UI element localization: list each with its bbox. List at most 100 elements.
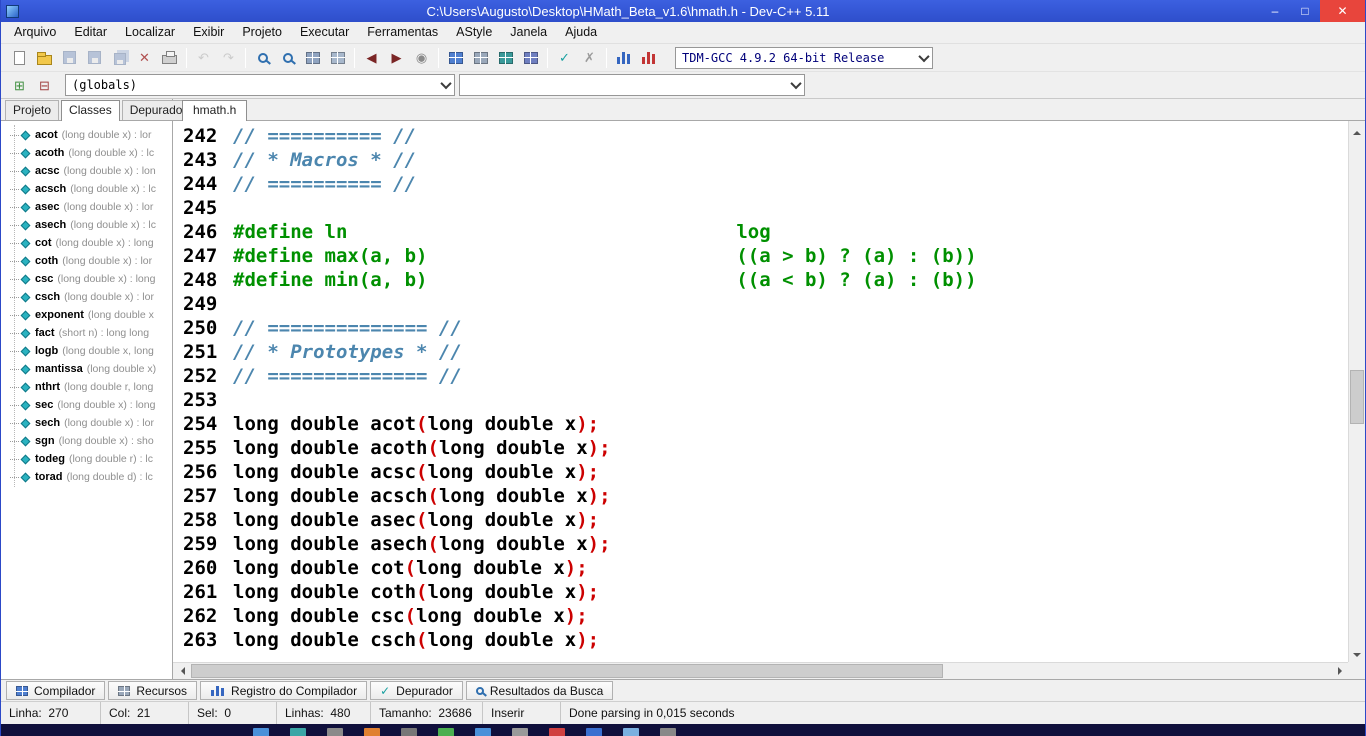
line-number[interactable]: 263 bbox=[173, 628, 225, 652]
taskbar-item-10[interactable] bbox=[623, 728, 639, 736]
scroll-down-icon[interactable] bbox=[1349, 645, 1365, 662]
menu-item-localizar[interactable]: Localizar bbox=[116, 22, 184, 43]
compile-button[interactable] bbox=[443, 46, 468, 70]
tree-item-cot[interactable]: cot (long double x) : long bbox=[1, 234, 172, 252]
maximize-button[interactable]: □ bbox=[1290, 0, 1320, 22]
line-number[interactable]: 253 bbox=[173, 388, 225, 412]
compile-run-button[interactable] bbox=[493, 46, 518, 70]
tree-item-acoth[interactable]: acoth (long double x) : lc bbox=[1, 144, 172, 162]
close-file-button[interactable]: ✕ bbox=[132, 46, 157, 70]
back-button[interactable]: ◀ bbox=[359, 46, 384, 70]
line-number[interactable]: 259 bbox=[173, 532, 225, 556]
line-number[interactable]: 261 bbox=[173, 580, 225, 604]
taskbar-item-3[interactable] bbox=[364, 728, 380, 736]
menu-item-arquivo[interactable]: Arquivo bbox=[5, 22, 65, 43]
horizontal-scroll-thumb[interactable] bbox=[191, 664, 943, 678]
undo-button[interactable]: ↶ bbox=[191, 46, 216, 70]
open-file-button[interactable] bbox=[32, 46, 57, 70]
tree-item-coth[interactable]: coth (long double x) : lor bbox=[1, 252, 172, 270]
line-number[interactable]: 262 bbox=[173, 604, 225, 628]
menu-item-executar[interactable]: Executar bbox=[291, 22, 358, 43]
code-line-258[interactable]: 258 long double asec(long double x); bbox=[173, 508, 1348, 532]
menu-item-janela[interactable]: Janela bbox=[501, 22, 556, 43]
taskbar-item-8[interactable] bbox=[549, 728, 565, 736]
line-number[interactable]: 251 bbox=[173, 340, 225, 364]
scroll-up-icon[interactable] bbox=[1349, 121, 1365, 138]
line-number[interactable]: 249 bbox=[173, 292, 225, 316]
taskbar-item-0[interactable] bbox=[253, 728, 269, 736]
tree-item-acsc[interactable]: acsc (long double x) : lon bbox=[1, 162, 172, 180]
tree-item-sech[interactable]: sech (long double x) : lor bbox=[1, 414, 172, 432]
tree-item-nthrt[interactable]: nthrt (long double r, long bbox=[1, 378, 172, 396]
line-number[interactable]: 250 bbox=[173, 316, 225, 340]
tree-item-acsch[interactable]: acsch (long double x) : lc bbox=[1, 180, 172, 198]
editor-horizontal-scrollbar[interactable] bbox=[173, 662, 1348, 679]
line-number[interactable]: 246 bbox=[173, 220, 225, 244]
menu-item-projeto[interactable]: Projeto bbox=[233, 22, 291, 43]
find-button[interactable] bbox=[250, 46, 275, 70]
menu-item-astyle[interactable]: AStyle bbox=[447, 22, 501, 43]
code-line-248[interactable]: 248 #define min(a, b) ((a < b) ? (a) : (b… bbox=[173, 268, 1348, 292]
menu-item-ferramentas[interactable]: Ferramentas bbox=[358, 22, 447, 43]
code-line-245[interactable]: 245 bbox=[173, 196, 1348, 220]
code-area[interactable]: 242// ========== //243// * Macros * //24… bbox=[173, 124, 1348, 662]
tab-hmath-h[interactable]: hmath.h bbox=[182, 100, 248, 121]
insert-button[interactable] bbox=[325, 46, 350, 70]
code-line-255[interactable]: 255 long double acoth(long double x); bbox=[173, 436, 1348, 460]
code-line-244[interactable]: 244 // ========== // bbox=[173, 172, 1348, 196]
tree-item-fact[interactable]: fact (short n) : long long bbox=[1, 324, 172, 342]
code-line-249[interactable]: 249 bbox=[173, 292, 1348, 316]
taskbar-item-11[interactable] bbox=[660, 728, 676, 736]
tree-item-asec[interactable]: asec (long double x) : lor bbox=[1, 198, 172, 216]
taskbar-item-6[interactable] bbox=[475, 728, 491, 736]
editor[interactable]: 242// ========== //243// * Macros * //24… bbox=[173, 121, 1365, 679]
save-button[interactable] bbox=[57, 46, 82, 70]
code-line-242[interactable]: 242 // ========== // bbox=[173, 124, 1348, 148]
tree-item-todeg[interactable]: todeg (long double r) : lc bbox=[1, 450, 172, 468]
code-line-251[interactable]: 251 // * Prototypes * // bbox=[173, 340, 1348, 364]
save-all-button[interactable] bbox=[107, 46, 132, 70]
members-combobox[interactable] bbox=[459, 74, 805, 96]
add-to-project-button[interactable]: ⊞ bbox=[7, 73, 32, 97]
chevron-down-icon[interactable] bbox=[437, 75, 454, 95]
stop-execution-button[interactable]: ✗ bbox=[577, 46, 602, 70]
code-line-246[interactable]: 246 #define ln log bbox=[173, 220, 1348, 244]
run-button[interactable] bbox=[468, 46, 493, 70]
tab-depurador[interactable]: ✓ Depurador bbox=[370, 681, 463, 700]
compiler-combobox[interactable]: TDM-GCC 4.9.2 64-bit Release bbox=[675, 46, 933, 69]
remove-from-project-button[interactable]: ⊟ bbox=[32, 73, 57, 97]
chevron-down-icon[interactable] bbox=[915, 48, 932, 68]
taskbar-item-5[interactable] bbox=[438, 728, 454, 736]
taskbar-item-4[interactable] bbox=[401, 728, 417, 736]
tree-item-sgn[interactable]: sgn (long double x) : sho bbox=[1, 432, 172, 450]
tree-item-sec[interactable]: sec (long double x) : long bbox=[1, 396, 172, 414]
line-number[interactable]: 245 bbox=[173, 196, 225, 220]
menu-item-editar[interactable]: Editar bbox=[65, 22, 116, 43]
code-line-260[interactable]: 260 long double cot(long double x); bbox=[173, 556, 1348, 580]
profile-analysis-button[interactable] bbox=[611, 46, 636, 70]
menu-item-ajuda[interactable]: Ajuda bbox=[556, 22, 606, 43]
save-as-button[interactable] bbox=[82, 46, 107, 70]
line-number[interactable]: 258 bbox=[173, 508, 225, 532]
close-button[interactable]: ✕ bbox=[1320, 0, 1365, 22]
tree-item-torad[interactable]: torad (long double d) : lc bbox=[1, 468, 172, 486]
line-number[interactable]: 257 bbox=[173, 484, 225, 508]
line-number[interactable]: 242 bbox=[173, 124, 225, 148]
code-line-262[interactable]: 262 long double csc(long double x); bbox=[173, 604, 1348, 628]
editor-vertical-scrollbar[interactable] bbox=[1348, 121, 1365, 662]
taskbar-item-9[interactable] bbox=[586, 728, 602, 736]
tree-item-csch[interactable]: csch (long double x) : lor bbox=[1, 288, 172, 306]
line-number[interactable]: 248 bbox=[173, 268, 225, 292]
code-line-257[interactable]: 257 long double acsch(long double x); bbox=[173, 484, 1348, 508]
taskbar-item-2[interactable] bbox=[327, 728, 343, 736]
line-number[interactable]: 260 bbox=[173, 556, 225, 580]
tab-recursos[interactable]: Recursos bbox=[108, 681, 198, 700]
left-tab-projeto[interactable]: Projeto bbox=[5, 100, 60, 120]
scroll-left-icon[interactable] bbox=[173, 663, 190, 679]
redo-button[interactable]: ↷ bbox=[216, 46, 241, 70]
code-line-250[interactable]: 250 // ============== // bbox=[173, 316, 1348, 340]
forward-button[interactable]: ▶ bbox=[384, 46, 409, 70]
goto-line-button[interactable] bbox=[300, 46, 325, 70]
line-number[interactable]: 244 bbox=[173, 172, 225, 196]
debug-button[interactable]: ✓ bbox=[552, 46, 577, 70]
